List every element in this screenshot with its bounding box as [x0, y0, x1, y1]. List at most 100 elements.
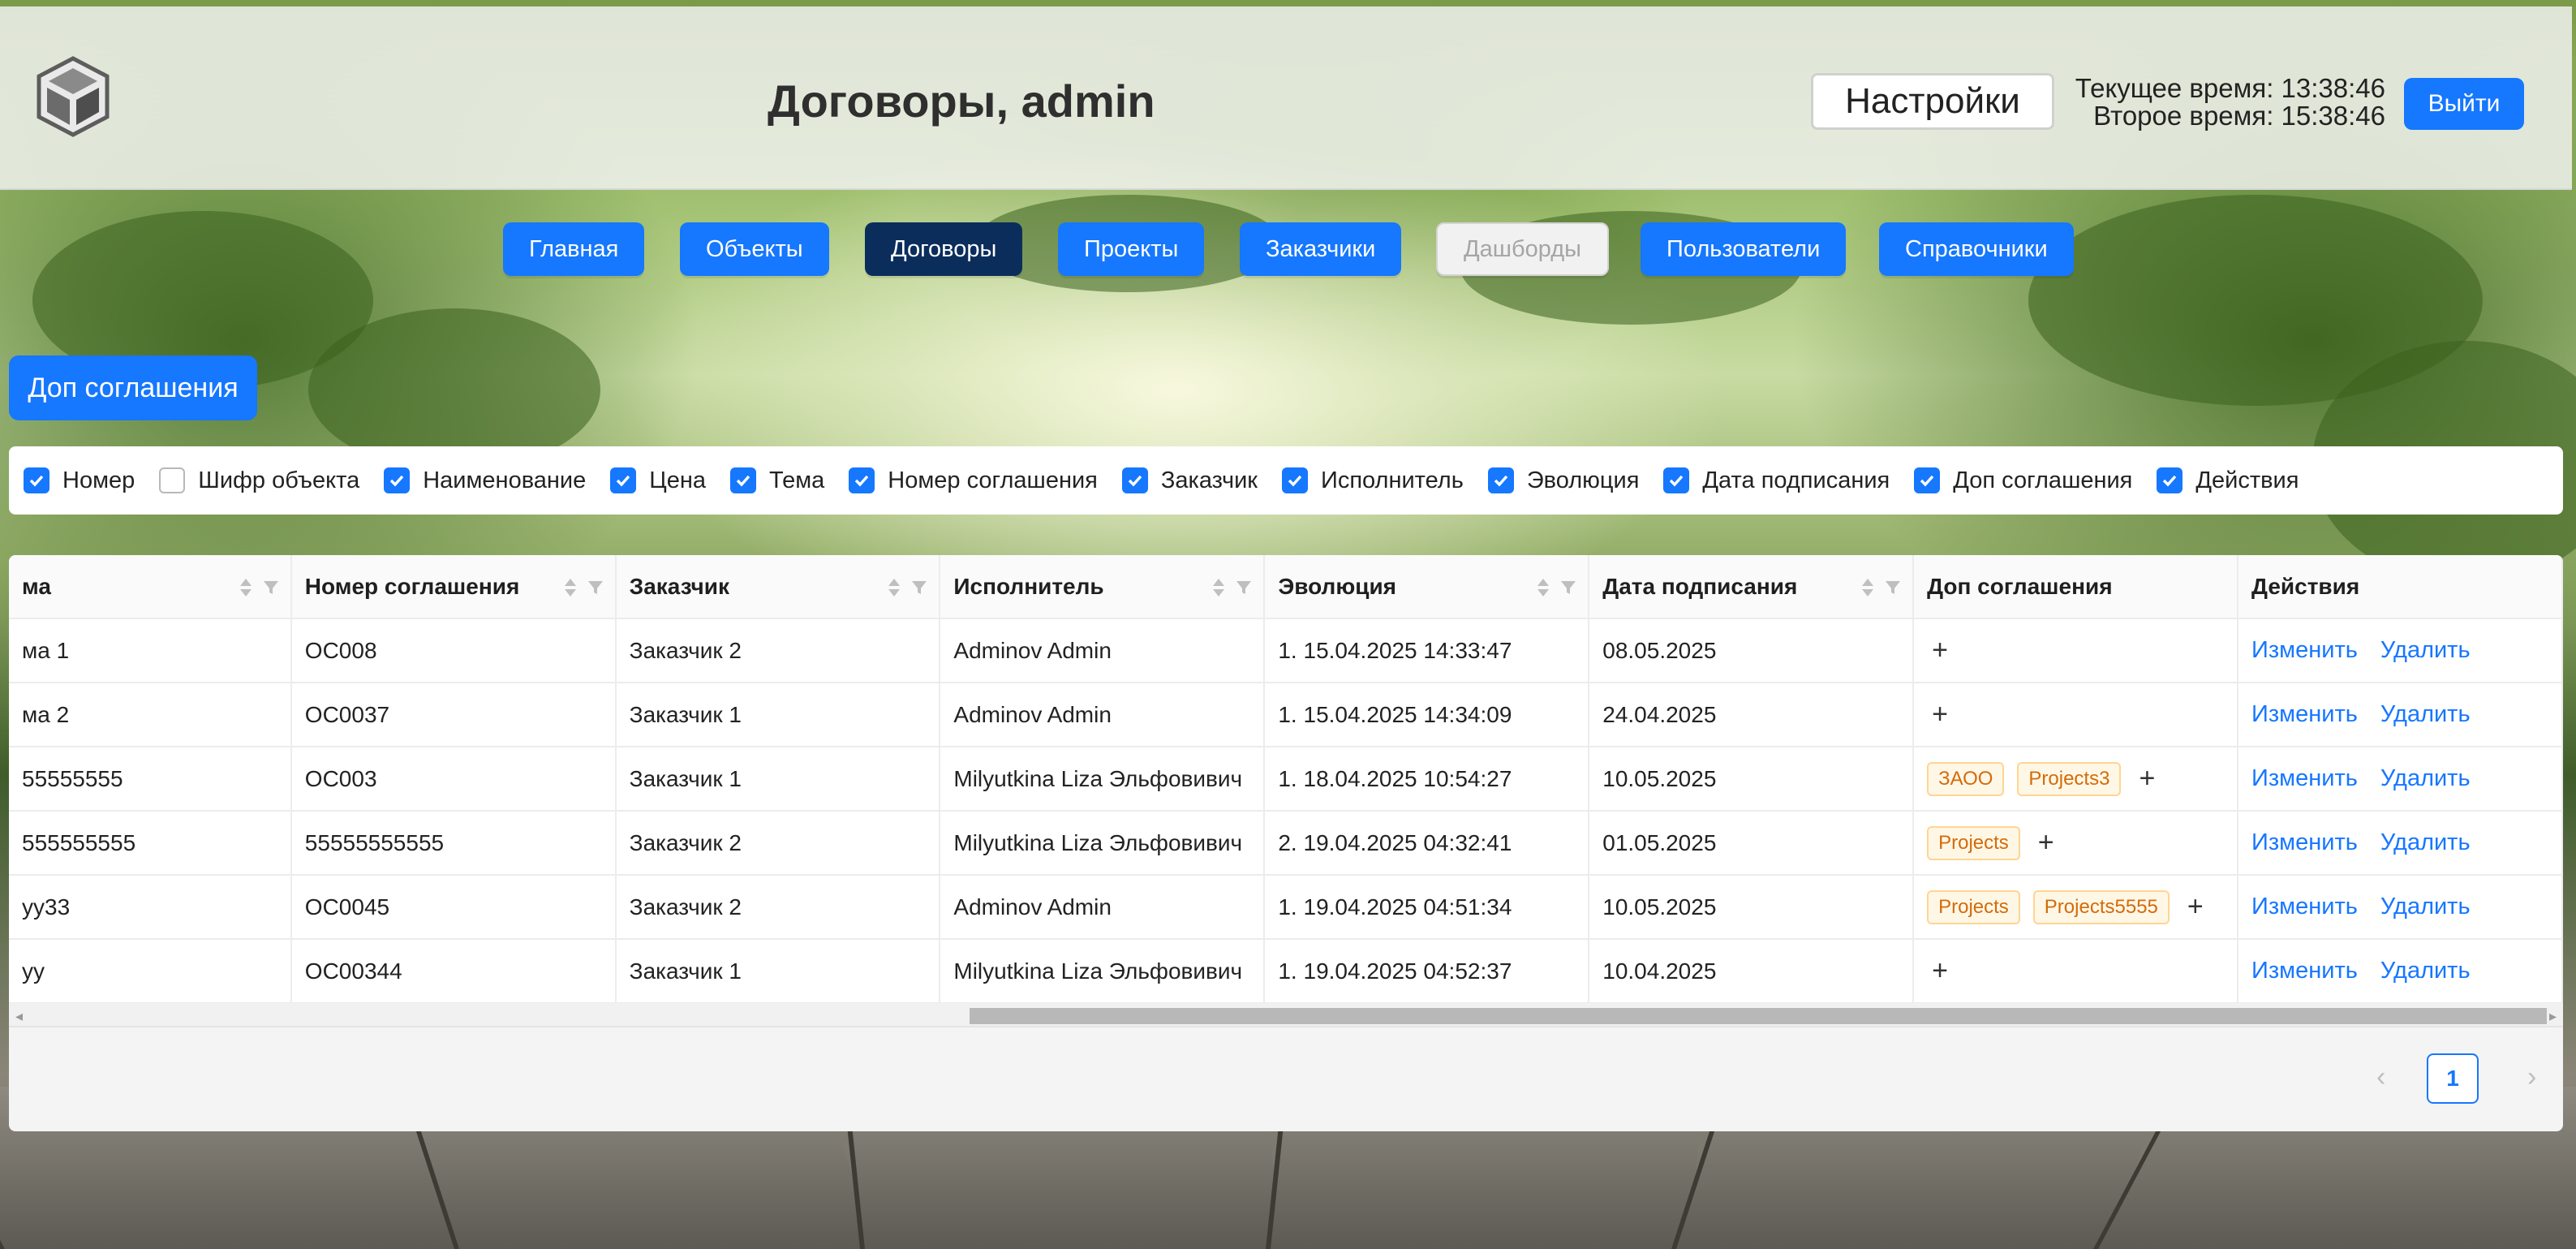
cell-sign-date: 10.04.2025 — [1589, 939, 1915, 1004]
nav-projects[interactable]: Проекты — [1058, 222, 1205, 276]
sort-icon[interactable] — [1211, 578, 1226, 597]
cell-evolution: 1. 19.04.2025 04:51:34 — [1264, 875, 1590, 940]
cell-theme: yy — [9, 939, 292, 1004]
cell-additional-agreements: + — [1913, 618, 2239, 683]
scroll-right-icon[interactable]: ▸ — [2549, 1008, 2557, 1025]
additional-agreements-button[interactable]: Доп соглашения — [9, 355, 257, 420]
nav-users[interactable]: Пользователи — [1641, 222, 1847, 276]
add-agreement-button[interactable]: + — [1932, 699, 1948, 730]
edit-link[interactable]: Изменить — [2251, 637, 2358, 663]
add-agreement-button[interactable]: + — [1932, 955, 1948, 987]
edit-link[interactable]: Изменить — [2251, 894, 2358, 920]
agreement-tag[interactable]: ЗАОО — [1927, 761, 2005, 796]
checkbox-checked-icon[interactable] — [730, 467, 756, 493]
delete-link[interactable]: Удалить — [2380, 765, 2471, 791]
nav-contracts[interactable]: Договоры — [865, 222, 1023, 276]
toggle-price[interactable]: Цена — [610, 467, 706, 494]
horizontal-scrollbar[interactable]: ◂ ▸ — [9, 1003, 2563, 1027]
toggle-customer[interactable]: Заказчик — [1121, 467, 1258, 494]
table-row: ма 1 ОС008 Заказчик 2 Adminov Admin 1. 1… — [9, 618, 2563, 683]
edit-link[interactable]: Изменить — [2251, 958, 2358, 984]
cell-executor: Milyutkina Liza Эльфовивич — [940, 747, 1266, 812]
filter-icon[interactable] — [587, 579, 604, 596]
toggle-sign-date[interactable]: Дата подписания — [1663, 467, 1890, 494]
nav-customers[interactable]: Заказчики — [1240, 222, 1402, 276]
cell-theme: 55555555 — [9, 747, 292, 812]
cell-evolution: 1. 15.04.2025 14:34:09 — [1264, 683, 1590, 747]
agreement-tag[interactable]: Projects — [1927, 889, 2020, 924]
nav-objects[interactable]: Объекты — [680, 222, 829, 276]
toggle-object-code[interactable]: Шифр объекта — [159, 467, 359, 494]
prev-page-icon[interactable]: ‹ — [2376, 1062, 2385, 1093]
checkbox-checked-icon[interactable] — [1281, 467, 1308, 493]
add-agreement-button[interactable]: + — [2139, 763, 2155, 795]
nav-dictionaries[interactable]: Справочники — [1879, 222, 2074, 276]
cell-additional-agreements: ЗАОО Projects3 + — [1913, 747, 2239, 812]
contracts-table-container: ма Номер соглашения Заказчик Исполнитель… — [9, 555, 2563, 1131]
checkbox-checked-icon[interactable] — [849, 467, 875, 493]
delete-link[interactable]: Удалить — [2380, 637, 2471, 663]
checkbox-checked-icon[interactable] — [24, 467, 49, 493]
toggle-evolution[interactable]: Эволюция — [1487, 467, 1639, 494]
sort-icon[interactable] — [1860, 578, 1875, 597]
column-header-customer: Заказчик — [615, 555, 941, 619]
filter-icon[interactable] — [911, 579, 927, 596]
nav-dashboards[interactable]: Дашборды — [1436, 222, 1609, 276]
toggle-actions[interactable]: Действия — [2157, 467, 2299, 494]
checkbox-checked-icon[interactable] — [1663, 467, 1690, 493]
sort-icon[interactable] — [239, 578, 253, 597]
sort-icon[interactable] — [1536, 578, 1550, 597]
toggle-agreement-number[interactable]: Номер соглашения — [849, 467, 1098, 494]
delete-link[interactable]: Удалить — [2380, 829, 2471, 855]
cell-actions: Изменить Удалить — [2238, 618, 2563, 683]
toggle-number[interactable]: Номер — [24, 467, 135, 494]
edit-link[interactable]: Изменить — [2251, 701, 2358, 727]
cell-sign-date: 08.05.2025 — [1589, 618, 1915, 683]
add-agreement-button[interactable]: + — [2038, 827, 2054, 859]
toggle-additional-agreements[interactable]: Доп соглашения — [1914, 467, 2132, 494]
delete-link[interactable]: Удалить — [2380, 958, 2471, 984]
cell-agreement-number: 55555555555 — [290, 811, 617, 876]
add-agreement-button[interactable]: + — [1932, 635, 1948, 666]
edit-link[interactable]: Изменить — [2251, 765, 2358, 791]
agreement-tag[interactable]: Projects3 — [2017, 761, 2122, 796]
next-page-icon[interactable]: › — [2527, 1062, 2536, 1093]
current-time: Текущее время: 13:38:46 — [2075, 73, 2385, 103]
delete-link[interactable]: Удалить — [2380, 894, 2471, 920]
scroll-left-icon[interactable]: ◂ — [15, 1008, 23, 1025]
column-header-additional-agreements: Доп соглашения — [1913, 555, 2239, 619]
cell-executor: Adminov Admin — [940, 875, 1266, 940]
scrollbar-thumb[interactable] — [970, 1008, 2547, 1024]
agreement-tag[interactable]: Projects — [1927, 825, 2020, 860]
checkbox-unchecked-icon[interactable] — [159, 467, 186, 493]
nav-main[interactable]: Главная — [503, 222, 645, 276]
checkbox-checked-icon[interactable] — [1914, 467, 1941, 493]
checkbox-checked-icon[interactable] — [610, 467, 637, 493]
cell-executor: Adminov Admin — [940, 683, 1266, 747]
page-1-button[interactable]: 1 — [2427, 1053, 2479, 1104]
checkbox-checked-icon[interactable] — [1487, 467, 1514, 493]
cell-customer: Заказчик 1 — [615, 939, 941, 1004]
filter-icon[interactable] — [1560, 579, 1576, 596]
cell-executor: Adminov Admin — [940, 618, 1266, 683]
filter-icon[interactable] — [263, 579, 279, 596]
edit-link[interactable]: Изменить — [2251, 829, 2358, 855]
add-agreement-button[interactable]: + — [2187, 891, 2204, 923]
checkbox-checked-icon[interactable] — [2157, 467, 2183, 493]
toggle-name[interactable]: Наименование — [384, 467, 586, 494]
cell-customer: Заказчик 1 — [615, 683, 941, 747]
sort-icon[interactable] — [563, 578, 578, 597]
settings-button[interactable]: Настройки — [1811, 73, 2054, 130]
checkbox-checked-icon[interactable] — [384, 467, 411, 493]
checkbox-checked-icon[interactable] — [1121, 467, 1148, 493]
cell-agreement-number: ОС00344 — [290, 939, 617, 1004]
toggle-theme[interactable]: Тема — [730, 467, 824, 494]
delete-link[interactable]: Удалить — [2380, 701, 2471, 727]
toggle-executor[interactable]: Исполнитель — [1281, 467, 1464, 494]
logout-button[interactable]: Выйти — [2404, 78, 2524, 130]
cell-additional-agreements: + — [1913, 683, 2239, 747]
agreement-tag[interactable]: Projects5555 — [2032, 889, 2170, 924]
filter-icon[interactable] — [1885, 579, 1901, 596]
sort-icon[interactable] — [887, 578, 901, 597]
filter-icon[interactable] — [1236, 579, 1252, 596]
